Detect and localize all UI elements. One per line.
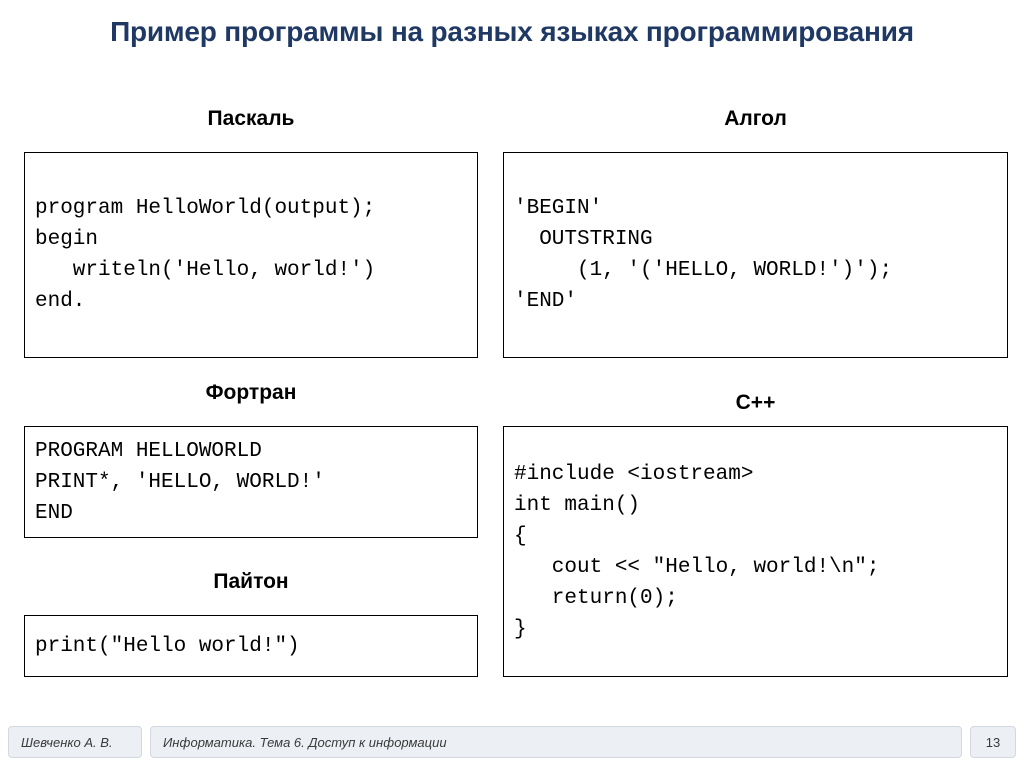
fortran-code-box: PROGRAM HELLOWORLD PRINT*, 'HELLO, WORLD… — [24, 426, 478, 538]
fortran-heading: Фортран — [205, 381, 297, 404]
algol-heading: Алгол — [724, 107, 787, 130]
algol-code-box: 'BEGIN' OUTSTRING (1, '('HELLO, WORLD!')… — [503, 152, 1008, 358]
page-number: 13 — [985, 734, 1001, 750]
footer-page-box: 13 — [970, 726, 1016, 758]
pascal-code: program HelloWorld(output); begin writel… — [35, 197, 376, 313]
python-code-box: print("Hello world!") — [24, 615, 478, 677]
cpp-code-box: #include <iostream> int main() { cout <<… — [503, 426, 1008, 677]
python-heading: Пайтон — [213, 570, 289, 593]
pascal-heading: Паскаль — [207, 107, 295, 130]
fortran-code: PROGRAM HELLOWORLD PRINT*, 'HELLO, WORLD… — [35, 439, 325, 525]
footer-course-box: Информатика. Тема 6. Доступ к информации — [150, 726, 962, 758]
footer-author: Шевченко А. В. — [21, 734, 113, 750]
python-code: print("Hello world!") — [35, 634, 300, 658]
slide-title: Пример программы на разных языках програ… — [110, 16, 914, 47]
footer-author-box: Шевченко А. В. — [8, 726, 142, 758]
algol-code: 'BEGIN' OUTSTRING (1, '('HELLO, WORLD!')… — [514, 197, 893, 313]
pascal-code-box: program HelloWorld(output); begin writel… — [24, 152, 478, 358]
cpp-code: #include <iostream> int main() { cout <<… — [514, 462, 880, 641]
cpp-heading: C++ — [735, 391, 776, 414]
footer-course: Информатика. Тема 6. Доступ к информации — [163, 734, 447, 750]
